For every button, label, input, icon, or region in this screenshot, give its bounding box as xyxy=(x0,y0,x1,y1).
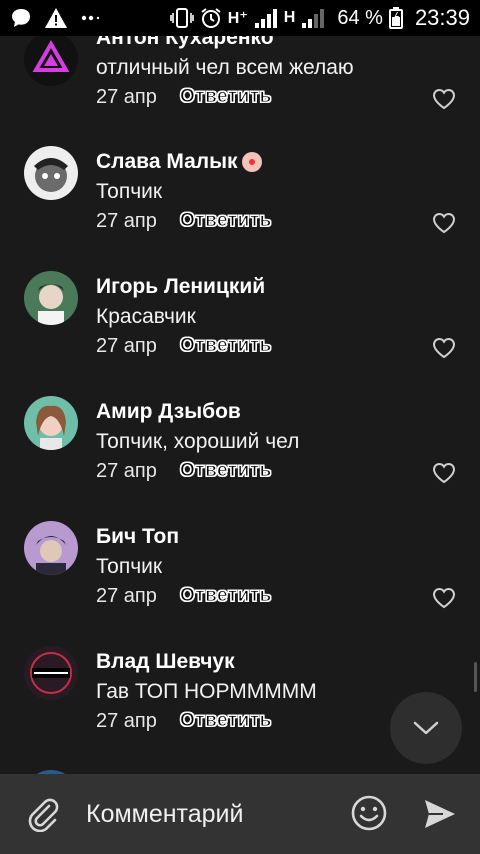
like-icon[interactable] xyxy=(432,462,456,484)
emoji-button[interactable] xyxy=(350,794,388,832)
paperclip-icon xyxy=(28,798,59,832)
avatar[interactable] xyxy=(24,36,78,86)
warning-icon xyxy=(44,7,68,29)
reply-button[interactable]: Ответить xyxy=(180,86,272,108)
comment-date: 27 апр xyxy=(96,86,157,108)
comment-author[interactable]: Антон Кухаренко xyxy=(96,36,274,50)
reply-button[interactable]: Ответить xyxy=(180,335,272,357)
comment-item: Антон Кухаренко отличный чел всем желаю … xyxy=(0,36,480,122)
reply-button[interactable]: Ответить xyxy=(180,585,272,607)
comment-author[interactable]: Слава Малык xyxy=(96,150,262,174)
reply-button[interactable]: Ответить xyxy=(180,210,272,232)
signal-icon xyxy=(301,8,325,28)
dots-icon xyxy=(80,13,102,23)
comment-input[interactable] xyxy=(86,796,336,832)
comment-date: 27 апр xyxy=(96,210,157,232)
smiley-icon xyxy=(351,795,387,831)
comment-author-name: Слава Малык xyxy=(96,150,238,173)
comment-date: 27 апр xyxy=(96,335,157,357)
comment-date: 27 апр xyxy=(96,460,157,482)
like-icon[interactable] xyxy=(432,88,456,110)
avatar[interactable] xyxy=(24,271,78,325)
status-bar: H⁺ H 64 % 23:39 xyxy=(0,0,480,36)
chevron-down-icon xyxy=(413,721,439,735)
reply-button[interactable]: Ответить xyxy=(180,710,272,732)
message-icon xyxy=(10,7,32,29)
comment-text: Топчик xyxy=(96,555,163,578)
like-icon[interactable] xyxy=(432,212,456,234)
attach-button[interactable] xyxy=(22,794,62,834)
comment-feed[interactable]: Антон Кухаренко отличный чел всем желаю … xyxy=(0,36,480,774)
vibrate-icon xyxy=(169,7,194,29)
comment-text: Гав ТОП НОРМММММ xyxy=(96,680,317,703)
send-icon xyxy=(425,800,455,828)
comment-composer xyxy=(0,774,480,854)
comment-text: Красавчик xyxy=(96,305,196,328)
like-icon[interactable] xyxy=(432,587,456,609)
scroll-down-button[interactable] xyxy=(390,692,462,764)
comment-item: Слава Малык Топчик 27 апр Ответить xyxy=(0,146,480,246)
battery-percent: 64 % xyxy=(337,6,383,29)
comment-author[interactable]: Влад Шевчук xyxy=(96,650,235,674)
comment-date: 27 апр xyxy=(96,710,157,732)
comment-text: отличный чел всем желаю xyxy=(96,56,354,79)
network-type-2: H xyxy=(283,9,296,26)
send-button[interactable] xyxy=(422,796,458,832)
network-type-1: H⁺ xyxy=(227,10,248,27)
comment-text: Топчик, хороший чел xyxy=(96,430,300,453)
comment-item: Игорь Леницкий Красавчик 27 апр Ответить xyxy=(0,271,480,371)
avatar[interactable] xyxy=(24,396,78,450)
clown-emoji-icon xyxy=(241,152,262,173)
battery-icon xyxy=(388,7,403,29)
comment-item: Бич Топ Топчик 27 апр Ответить xyxy=(0,521,480,621)
comment-author[interactable]: Бич Топ xyxy=(96,525,179,549)
like-icon[interactable] xyxy=(432,337,456,359)
avatar[interactable] xyxy=(24,646,78,700)
comment-author[interactable]: Игорь Леницкий xyxy=(96,275,265,299)
comment-item: Амир Дзыбов Топчик, хороший чел 27 апр О… xyxy=(0,396,480,496)
avatar[interactable] xyxy=(24,521,78,575)
alarm-icon xyxy=(200,7,222,29)
avatar[interactable] xyxy=(24,146,78,200)
comment-date: 27 апр xyxy=(96,585,157,607)
reply-button[interactable]: Ответить xyxy=(180,460,272,482)
scrollbar[interactable] xyxy=(474,662,477,692)
signal-icon xyxy=(254,8,278,28)
clock: 23:39 xyxy=(414,5,470,30)
comment-author[interactable]: Амир Дзыбов xyxy=(96,400,241,424)
comment-text: Топчик xyxy=(96,180,163,203)
